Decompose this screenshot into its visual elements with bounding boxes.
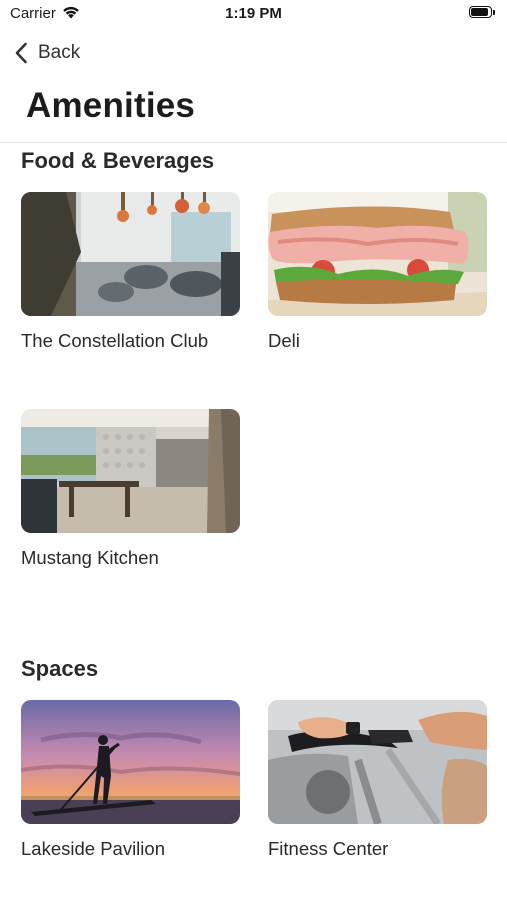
amenity-card-constellation-club[interactable]: The Constellation Club — [21, 192, 240, 352]
amenity-label: Lakeside Pavilion — [21, 838, 165, 859]
exercise-bike-photo — [268, 700, 487, 824]
chevron-left-icon — [15, 42, 27, 64]
header-divider — [0, 142, 507, 143]
battery-icon — [469, 6, 497, 20]
paddleboard-sunset-photo — [21, 700, 240, 824]
amenity-label: The Constellation Club — [21, 330, 209, 351]
amenity-label: Mustang Kitchen — [21, 547, 159, 568]
sandwich-photo — [268, 192, 487, 316]
amenity-card-mustang-kitchen[interactable]: Mustang Kitchen — [21, 409, 240, 569]
restaurant-interior-photo — [21, 192, 240, 316]
amenity-card-fitness-center[interactable]: Fitness Center — [268, 700, 487, 860]
amenity-label: Deli — [268, 330, 300, 351]
amenity-card-deli[interactable]: Deli — [268, 192, 487, 352]
status-time: 1:19 PM — [225, 5, 282, 22]
back-label: Back — [38, 42, 81, 63]
status-bar: Carrier 1:19 PM — [0, 0, 507, 28]
section-title-spaces: Spaces — [21, 656, 99, 681]
dining-room-photo — [21, 409, 240, 533]
amenity-card-lakeside-pavilion[interactable]: Lakeside Pavilion — [21, 700, 240, 860]
section-title-food-beverages: Food & Beverages — [21, 148, 215, 173]
amenity-label: Fitness Center — [268, 838, 389, 859]
page-title: Amenities — [26, 86, 196, 125]
back-button[interactable]: Back — [14, 40, 80, 66]
